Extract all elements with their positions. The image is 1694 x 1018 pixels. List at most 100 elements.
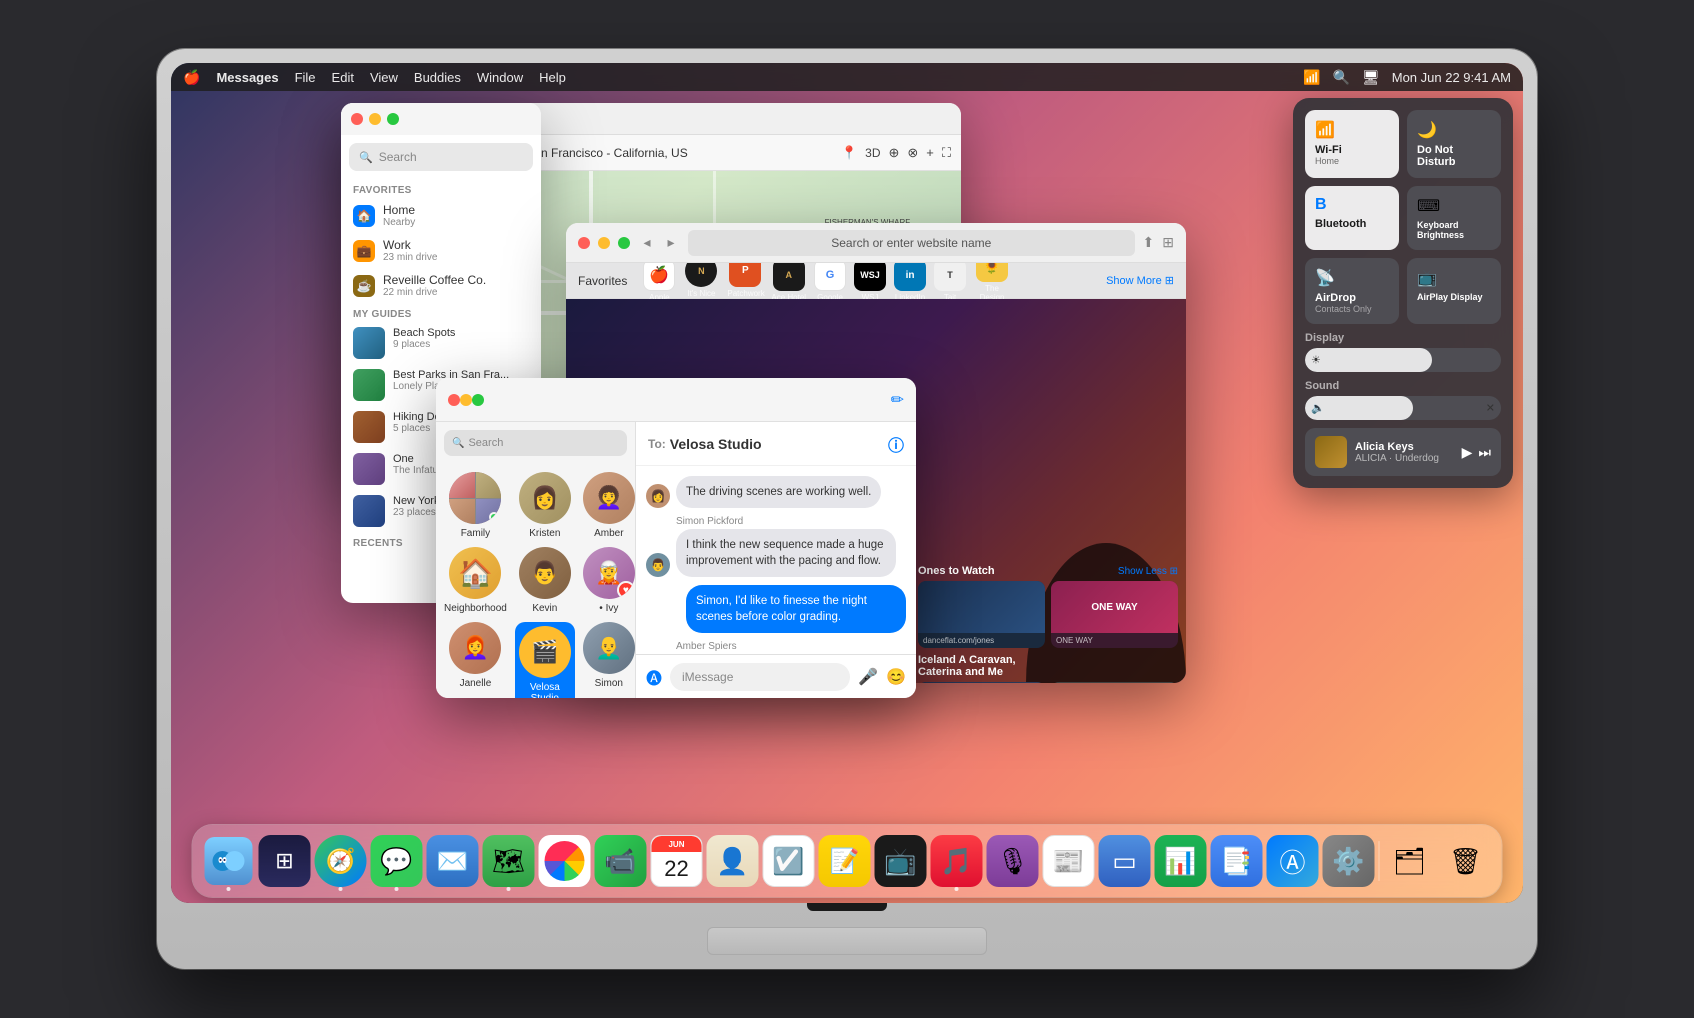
dock-appletv[interactable]: 📺 xyxy=(875,835,927,887)
safari-tabs-icon[interactable]: ⊞ xyxy=(1162,234,1174,251)
fav-wsj[interactable]: WSJ WSJ xyxy=(854,263,886,302)
dock-contacts[interactable]: 👤 xyxy=(707,835,759,887)
fav-ace[interactable]: A Ace Hotel xyxy=(771,263,806,302)
contact-amber[interactable]: 👩‍🦱 Amber xyxy=(583,472,635,539)
podcasts-dock-icon: 🎙 xyxy=(996,846,1029,877)
sidebar-item-home[interactable]: 🏠 Home Nearby xyxy=(341,198,541,233)
fav-google[interactable]: G Google xyxy=(814,263,846,302)
contact-neighborhood[interactable]: 🏠 Neighborhood xyxy=(444,547,507,614)
maps-toolbar-icon-6[interactable]: ⛶ xyxy=(942,145,951,161)
maps-sidebar-close[interactable] xyxy=(351,113,363,125)
audio-message-icon[interactable]: 🎤 xyxy=(858,667,878,687)
show-more-button[interactable]: Show More ⊞ xyxy=(1106,274,1174,287)
safari-minimize[interactable] xyxy=(598,237,610,249)
dock-news[interactable]: 📰 xyxy=(1043,835,1095,887)
dock-messages[interactable]: 💬 xyxy=(371,835,423,887)
cc-tile-airplay[interactable]: 📺 AirPlay Display xyxy=(1407,258,1501,324)
cc-music-widget[interactable]: Alicia Keys ALICIA · Underdog ▶ ⏭ xyxy=(1305,428,1501,476)
cc-tile-bluetooth[interactable]: B Bluetooth xyxy=(1305,186,1399,250)
apple-menu[interactable]: 🍎 xyxy=(183,69,200,86)
chat-info-icon[interactable]: ⓘ xyxy=(888,432,904,456)
maps-toolbar-icon-3[interactable]: ⊕ xyxy=(888,145,899,161)
dock-notes[interactable]: 📝 xyxy=(819,835,871,887)
dock-keynote[interactable]: 📑 xyxy=(1211,835,1263,887)
show-less-button[interactable]: Show Less ⊞ xyxy=(1118,566,1178,577)
iceland-tile-2[interactable] xyxy=(1051,682,1178,683)
screen-icon[interactable]: 🖥 xyxy=(1362,69,1380,86)
dock-photos[interactable] xyxy=(539,835,591,887)
cc-tile-wifi[interactable]: 📶 Wi-Fi Home xyxy=(1305,110,1399,178)
fav-apple[interactable]: 🍎 Apple xyxy=(643,263,675,302)
safari-address-bar[interactable]: Search or enter website name xyxy=(688,230,1135,256)
contact-family[interactable]: Family xyxy=(444,472,507,539)
maps-sidebar-minimize[interactable] xyxy=(369,113,381,125)
dock-finder-window[interactable]: 🗂 xyxy=(1384,835,1436,887)
dock-mail[interactable]: ✉️ xyxy=(427,835,479,887)
dock-reminders[interactable]: ☑️ xyxy=(763,835,815,887)
app-name[interactable]: Messages xyxy=(216,70,278,85)
dock-facetime[interactable]: 📹 xyxy=(595,835,647,887)
dock-maps[interactable]: 🗺 xyxy=(483,835,535,887)
safari-back-button[interactable]: ◂ xyxy=(638,234,656,252)
content-tile-1[interactable]: danceflat.com/jones xyxy=(918,581,1045,648)
dock-launchpad[interactable]: ⊞ xyxy=(259,835,311,887)
chat-input-field[interactable]: iMessage xyxy=(670,663,850,691)
maps-toolbar-icon-5[interactable]: + xyxy=(926,145,934,160)
compose-button[interactable]: ✏ xyxy=(891,390,904,410)
safari-share-icon[interactable]: ⬆ xyxy=(1143,234,1155,251)
dock-numbers[interactable]: 📊 xyxy=(1155,835,1207,887)
messages-search-bar[interactable]: 🔍 Search xyxy=(444,430,627,456)
emoji-icon[interactable]: 😊 xyxy=(886,667,906,687)
contact-kevin[interactable]: 👨 Kevin xyxy=(515,547,575,614)
dock-pages[interactable]: ▭ xyxy=(1099,835,1151,887)
menu-view[interactable]: View xyxy=(370,70,398,85)
menu-buddies[interactable]: Buddies xyxy=(414,70,461,85)
dock-safari[interactable]: 🧭 xyxy=(315,835,367,887)
menu-help[interactable]: Help xyxy=(539,70,566,85)
trackpad[interactable] xyxy=(707,927,987,955)
menu-file[interactable]: File xyxy=(295,70,316,85)
dock-sysprefs[interactable]: ⚙️ xyxy=(1323,835,1375,887)
content-tile-2[interactable]: ONE WAY ONE WAY xyxy=(1051,581,1178,648)
safari-maximize[interactable] xyxy=(618,237,630,249)
safari-forward-button[interactable]: ▸ xyxy=(662,234,680,252)
contact-kristen[interactable]: 👩 Kristen xyxy=(515,472,575,539)
spotlight-icon[interactable]: 🔍 xyxy=(1333,69,1350,86)
display-slider[interactable]: ☀ xyxy=(1305,348,1501,372)
fav-linkedin[interactable]: in LinkedIn xyxy=(894,263,926,302)
menu-edit[interactable]: Edit xyxy=(332,70,354,85)
sidebar-item-work[interactable]: 💼 Work 23 min drive xyxy=(341,233,541,268)
maps-toolbar-icon-1[interactable]: 📍 xyxy=(841,145,857,161)
messages-minimize[interactable] xyxy=(460,394,472,406)
fav-tait[interactable]: T Tait xyxy=(934,263,966,302)
guide-beach-spots[interactable]: Beach Spots 9 places xyxy=(341,322,541,364)
wifi-menu-icon[interactable]: 📶 xyxy=(1303,69,1320,86)
iceland-tile-1[interactable]: copenhouse-magazine... xyxy=(918,682,1045,683)
music-skip-button[interactable]: ⏭ xyxy=(1478,444,1491,461)
cc-tile-dnd[interactable]: 🌙 Do Not Disturb xyxy=(1407,110,1501,178)
maps-toolbar-icon-2[interactable]: 3D xyxy=(865,146,880,160)
dock-trash[interactable]: 🗑 xyxy=(1440,835,1492,887)
music-play-button[interactable]: ▶ xyxy=(1462,444,1473,461)
maps-toolbar-icon-4[interactable]: ⊗ xyxy=(907,145,918,161)
contact-ivy[interactable]: 🧝 ♥ • Ivy xyxy=(583,547,635,614)
cc-tile-keyboard[interactable]: ⌨ Keyboard Brightness xyxy=(1407,186,1501,250)
safari-close[interactable] xyxy=(578,237,590,249)
maps-sidebar-maximize[interactable] xyxy=(387,113,399,125)
messages-maximize[interactable] xyxy=(472,394,484,406)
maps-sidebar-search[interactable]: 🔍 Search xyxy=(349,143,533,171)
cc-tile-airdrop[interactable]: 📡 AirDrop Contacts Only xyxy=(1305,258,1399,324)
dock-appstore[interactable]: Ⓐ xyxy=(1267,835,1319,887)
sound-slider[interactable]: 🔈 ✕ xyxy=(1305,396,1501,420)
dock-calendar[interactable]: JUN 22 xyxy=(651,835,703,887)
contact-simon[interactable]: 👨‍🦲 Simon xyxy=(583,622,635,698)
messages-close[interactable] xyxy=(448,394,460,406)
sidebar-item-coffee[interactable]: ☕ Reveille Coffee Co. 22 min drive xyxy=(341,268,541,303)
chat-apps-icon[interactable]: 🅐 xyxy=(646,665,662,689)
contact-velosa-studio[interactable]: 🎬 Velosa Studio xyxy=(515,622,575,698)
dock-music[interactable]: 🎵 xyxy=(931,835,983,887)
dock-finder[interactable] xyxy=(203,835,255,887)
contact-janelle[interactable]: 👩‍🦰 Janelle xyxy=(444,622,507,698)
menu-window[interactable]: Window xyxy=(477,70,523,85)
dock-podcasts[interactable]: 🎙 xyxy=(987,835,1039,887)
